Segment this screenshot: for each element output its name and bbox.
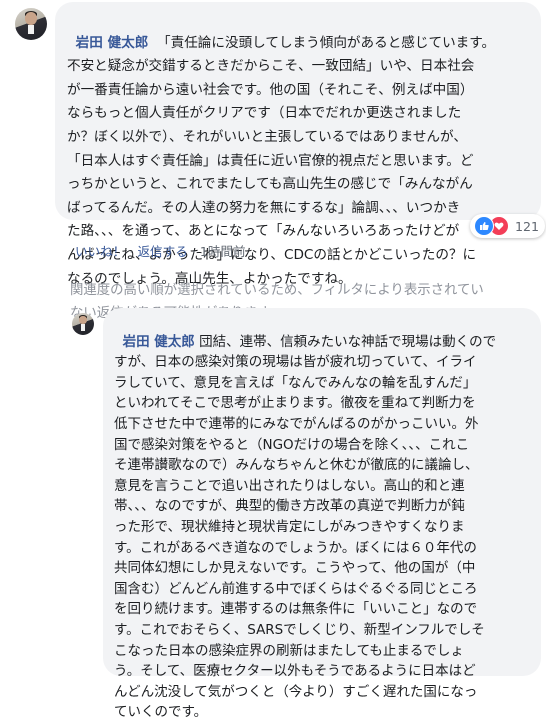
reply-line: った形で、現状維持と現状肯定にしがみつきやすくなりま <box>114 518 465 535</box>
reply-avatar[interactable] <box>72 313 94 335</box>
reply-line: すが、日本の感染対策の現場は皆が疲れ切っていて、イライ <box>114 354 477 371</box>
comment-actions: いいね！ · 返信する · 1時間前 <box>67 226 246 260</box>
reply-author[interactable]: 岩田 健太郎 <box>123 334 195 350</box>
reaction-count: 121 <box>515 218 540 234</box>
comment-line: か？ぼく以外で）、それがいいと主張しているではありませんが、 <box>67 128 467 145</box>
reply-line: を回り続けます。連帯するのは無条件に「いいこと」なので <box>114 601 478 618</box>
reply-line: 意見を言うことで追い出されたりはしない。高山的和と連 <box>114 477 465 494</box>
comment-author[interactable]: 岩田 健太郎 <box>76 35 149 51</box>
comment-line: 不安と疑念が交錯するときだからこそ、一致団結」いや、日本社会 <box>67 58 475 75</box>
comment-line: 「日本人はすぐ責任論」は責任に近い官僚的視点だと思います。ど <box>67 152 474 169</box>
like-icon <box>474 216 494 236</box>
comment-line: っちかというと、これでまたしても高山先生の感じで「みんながん <box>67 176 473 193</box>
comment-line: 「責任論に没頭してしまう傾向があると感じています。 <box>157 34 496 51</box>
reply-line: 団結、連帯、信頼みたいな神話で現場は動くので <box>199 333 497 350</box>
notice-line: 関連度の高い順が選択されているため、フィルタにより表示されてい <box>70 283 484 298</box>
comment-line: が一番責任論から遠い社会です。他の国（それこそ、例えば中国） <box>67 81 474 98</box>
reply-line: こなった日本の感染症界の刷新はまたしても止まるでしょ <box>114 642 464 659</box>
avatar[interactable] <box>15 8 47 40</box>
reply-line: ラしていて、意見を言えば「なんでみんなの輪を乱すんだ」 <box>114 374 477 391</box>
reply-line: そ連帯讃歌なので）みんなちゃんと休むが徹底的に議論し、 <box>114 457 479 474</box>
reply-line: ていくのです。 <box>114 704 208 721</box>
reply-line: んどん沈没して気がつくと（今より）すごく遅れた国になっ <box>114 683 478 700</box>
reaction-summary[interactable]: 121 <box>470 214 546 238</box>
comment-line: ならもっと個人責任がクリアです（日本でだれか更迭されました <box>67 105 462 122</box>
reply-line: す。これがあるべき道なのでしょうか。ぼくには６０年代の <box>114 539 477 556</box>
reply-line: 帯、、、なのですが、典型的働き方改革の真逆で判断力が鈍 <box>114 498 465 515</box>
reply-line: 低下させた中で連帯的にみなでがんばるのがかっこいい。外 <box>114 415 479 432</box>
reply-line: う。そして、医療セクター以外もそうであるように日本はど <box>114 663 476 680</box>
reply-body: 岩田 健太郎 団結、連帯、信頼みたいな神話で現場は動くので すが、日本の感染対策… <box>114 311 496 723</box>
reply-line: す。これでおそらく、SARSでしくじり、新型インフルでしそ <box>114 621 485 638</box>
reply-line: といわれてそこで思考が止まります。徹夜を重ねて判断力を <box>114 395 476 412</box>
reply-line: 国含む）どんどん前進する中でぼくらはぐるぐる同じところ <box>114 580 478 597</box>
reply-line: 国で感染対策をやると（NGOだけの場合を除く、、、これこ <box>114 436 470 453</box>
reply-line: 共同体幻想にしか見えないです。こうやって、他の国が（中 <box>114 560 476 577</box>
comment-line: ばってるんだ。その人達の努力を無にするな」論調、、、いつかき <box>67 199 461 216</box>
